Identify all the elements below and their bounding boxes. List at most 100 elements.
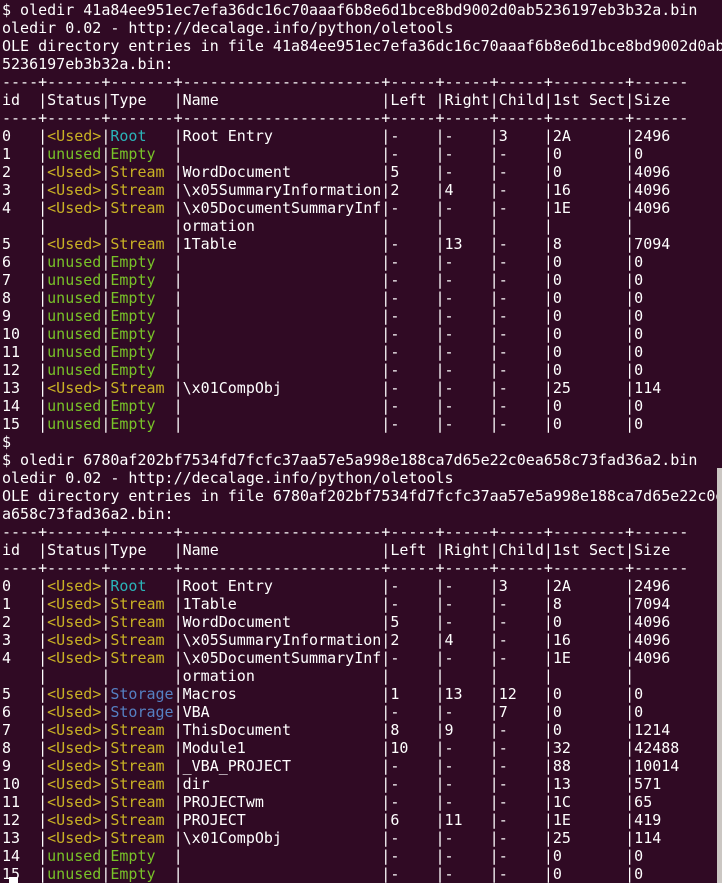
scrollbar-thumb[interactable] (717, 468, 722, 883)
terminal-line: 6 |<Used>|Storage|VBA |- |- |7 |0 |0 (2, 703, 722, 721)
terminal-text-segment: Stream (110, 613, 173, 631)
terminal-line: ----+------+-------+--------------------… (2, 109, 722, 127)
terminal-text-segment: | |- |- |- |0 |0 (174, 271, 644, 289)
terminal-line: 4 |<Used>|Stream |\x05DocumentSummaryInf… (2, 649, 722, 667)
terminal-text-segment: 12 | (2, 361, 47, 379)
terminal-text-segment: Stream (110, 721, 173, 739)
terminal-text-segment: id |Status|Type |Name |Left |Right|Child… (2, 91, 688, 109)
terminal-text-segment: 1 | (2, 595, 47, 613)
terminal-text-segment: Storage (110, 703, 173, 721)
terminal-text-segment: 11 | (2, 793, 47, 811)
terminal-text-segment: | |- |- |- |0 |0 (174, 847, 644, 865)
terminal-text-segment: 15 | (2, 415, 47, 433)
terminal-screen[interactable]: $ oledir 41a84ee951ec7efa36dc16c70aaaf6b… (0, 0, 722, 883)
terminal-text-segment: <Used> (47, 127, 101, 145)
terminal-text-segment: 0 | (2, 577, 47, 595)
terminal-text-segment: unused (47, 415, 101, 433)
terminal-line: 9 |<Used>|Stream |_VBA_PROJECT |- |- |- … (2, 757, 722, 775)
terminal-line: 3 |<Used>|Stream |\x05SummaryInformation… (2, 181, 722, 199)
terminal-text-segment: OLE directory entries in file 41a84ee951… (2, 37, 722, 55)
terminal-text-segment: | |- |- |- |0 |0 (174, 325, 644, 343)
terminal-text-segment: |WordDocument |5 |- |- |0 |4096 (174, 613, 671, 631)
terminal-line: 10 |<Used>|Stream |dir |- |- |- |13 |571 (2, 775, 722, 793)
terminal-text-segment: <Used> (47, 775, 101, 793)
terminal-text-segment: |1Table |- |- |- |8 |7094 (174, 595, 671, 613)
terminal-text-segment: 3 | (2, 631, 47, 649)
terminal-line: ----+------+-------+--------------------… (2, 73, 722, 91)
terminal-text-segment: <Used> (47, 757, 101, 775)
terminal-text-segment: <Used> (47, 235, 101, 253)
terminal-text-segment: <Used> (47, 163, 101, 181)
terminal-line: OLE directory entries in file 6780af202b… (2, 487, 722, 505)
terminal-text-segment: 14 | (2, 397, 47, 415)
terminal-text-segment: $ oledir 41a84ee951ec7efa36dc16c70aaaf6b… (2, 1, 697, 19)
terminal-text-segment: | |- |- |- |0 |0 (174, 415, 644, 433)
terminal-text-segment: <Used> (47, 649, 101, 667)
terminal-text-segment: <Used> (47, 739, 101, 757)
terminal-text-segment: 11 | (2, 343, 47, 361)
terminal-text-segment: Stream (110, 829, 173, 847)
terminal-text-segment: <Used> (47, 613, 101, 631)
terminal-text-segment: |Root Entry |- |- |3 |2A |2496 (174, 577, 671, 595)
terminal-text-segment: 6 | (2, 253, 47, 271)
terminal-text-segment: Empty (110, 271, 173, 289)
terminal-text-segment: unused (47, 865, 101, 883)
terminal-line: 8 |unused|Empty | |- |- |- |0 |0 (2, 289, 722, 307)
terminal-text-segment: <Used> (47, 199, 101, 217)
terminal-line: $ (2, 433, 722, 451)
terminal-line: 1 |<Used>|Stream |1Table |- |- |- |8 |70… (2, 595, 722, 613)
terminal-text-segment: Root (110, 577, 173, 595)
terminal-text-segment: | |- |- |- |0 |0 (174, 289, 644, 307)
terminal-text-segment: 7 | (2, 271, 47, 289)
terminal-line: 10 |unused|Empty | |- |- |- |0 |0 (2, 325, 722, 343)
terminal-line: OLE directory entries in file 41a84ee951… (2, 37, 722, 55)
terminal-text-segment: Empty (110, 307, 173, 325)
terminal-text-segment: unused (47, 271, 101, 289)
terminal-text-segment: a658c73fad36a2.bin: (2, 505, 174, 523)
terminal-text-segment: 12 | (2, 811, 47, 829)
terminal-text-segment: | |- |- |- |0 |0 (174, 343, 644, 361)
terminal-text-segment: 2 | (2, 163, 47, 181)
terminal-text-segment: Empty (110, 343, 173, 361)
terminal-text-segment: Stream (110, 163, 173, 181)
terminal-text-segment: <Used> (47, 577, 101, 595)
terminal-line: | | |ormation | | | | | (2, 667, 722, 685)
terminal-line: 13 |<Used>|Stream |\x01CompObj |- |- |- … (2, 829, 722, 847)
terminal-text-segment: unused (47, 343, 101, 361)
terminal-text-segment: | | |ormation | | | | | (2, 217, 634, 235)
terminal-line: 4 |<Used>|Stream |\x05DocumentSummaryInf… (2, 199, 722, 217)
terminal-line: 0 |<Used>|Root |Root Entry |- |- |3 |2A … (2, 127, 722, 145)
terminal-text-segment: 8 | (2, 739, 47, 757)
terminal-line: 5236197eb3b32a.bin: (2, 55, 722, 73)
terminal-text-segment: |Root Entry |- |- |3 |2A |2496 (174, 127, 671, 145)
terminal-text-segment: 8 | (2, 289, 47, 307)
terminal-text-segment: <Used> (47, 595, 101, 613)
terminal-line: 14 |unused|Empty | |- |- |- |0 |0 (2, 397, 722, 415)
terminal-text-segment: 10 | (2, 775, 47, 793)
terminal-text-segment: Empty (110, 847, 173, 865)
terminal-text-segment: $ oledir 6780af202bf7534fd7fcfc37aa57e5a… (2, 451, 697, 469)
terminal-line: 3 |<Used>|Stream |\x05SummaryInformation… (2, 631, 722, 649)
terminal-line: 11 |<Used>|Stream |PROJECTwm |- |- |- |1… (2, 793, 722, 811)
terminal-text-segment: |1Table |- |13 |- |8 |7094 (174, 235, 671, 253)
terminal-text-segment: Empty (110, 145, 173, 163)
terminal-text-segment: 14 | (2, 847, 47, 865)
terminal-text-segment: |\x01CompObj |- |- |- |25 |114 (174, 379, 662, 397)
terminal-text-segment: Storage (110, 685, 173, 703)
terminal-text-segment: |WordDocument |5 |- |- |0 |4096 (174, 163, 671, 181)
terminal-line: 12 |unused|Empty | |- |- |- |0 |0 (2, 361, 722, 379)
terminal-text-segment: 7 | (2, 721, 47, 739)
terminal-line: $ oledir 41a84ee951ec7efa36dc16c70aaaf6b… (2, 1, 722, 19)
terminal-line: 8 |<Used>|Stream |Module1 |10 |- |- |32 … (2, 739, 722, 757)
terminal-text-segment: | |- |- |- |0 |0 (174, 145, 644, 163)
terminal-text-segment: 3 | (2, 181, 47, 199)
terminal-text-segment: 0 | (2, 127, 47, 145)
terminal-line: oledir 0.02 - http://decalage.info/pytho… (2, 19, 722, 37)
terminal-text-segment: oledir 0.02 - http://decalage.info/pytho… (2, 19, 454, 37)
terminal-text-segment: Empty (110, 865, 173, 883)
terminal-line: 5 |<Used>|Stream |1Table |- |13 |- |8 |7… (2, 235, 722, 253)
terminal-text-segment: Stream (110, 811, 173, 829)
terminal-line: oledir 0.02 - http://decalage.info/pytho… (2, 469, 722, 487)
terminal-text-segment: 4 | (2, 649, 47, 667)
terminal-text-segment: oledir 0.02 - http://decalage.info/pytho… (2, 469, 454, 487)
